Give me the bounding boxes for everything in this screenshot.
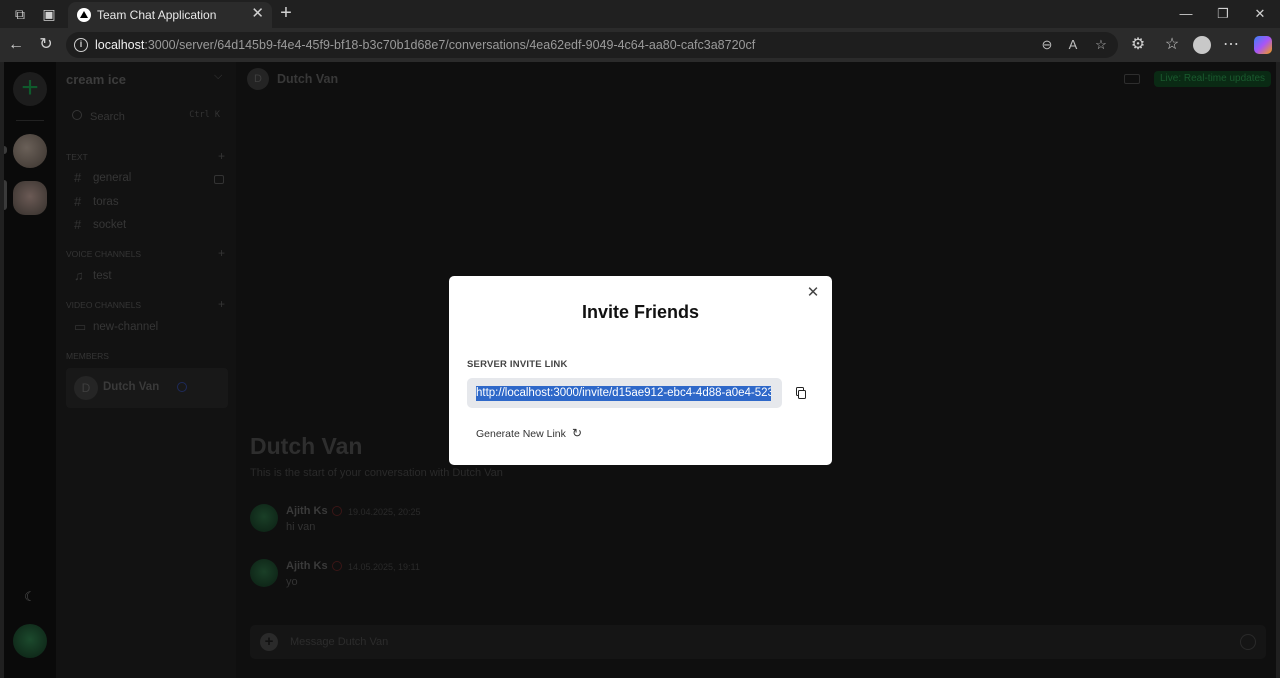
- browser-tab[interactable]: Team Chat Application ✕: [68, 2, 272, 28]
- maximize-button[interactable]: ❐: [1209, 4, 1237, 24]
- invite-link-label: SERVER INVITE LINK: [467, 359, 568, 370]
- tab-bar: ⧉ ▣ Team Chat Application ✕ + — ❐ ✕: [0, 0, 1280, 28]
- copy-button[interactable]: [787, 378, 815, 408]
- workspaces-icon[interactable]: ⧉: [11, 5, 29, 23]
- zoom-icon[interactable]: ⊖: [1038, 36, 1056, 54]
- modal-title: Invite Friends: [581, 302, 700, 322]
- tab-close-icon[interactable]: ✕: [251, 6, 264, 22]
- tab-actions-icon[interactable]: ▣: [40, 5, 58, 23]
- back-button[interactable]: ←: [6, 35, 26, 55]
- close-icon[interactable]: ✕: [805, 285, 821, 301]
- address-toolbar: ← ↻ i localhost:3000/server/64d145b9-f4e…: [0, 28, 1280, 62]
- copilot-icon[interactable]: [1254, 36, 1272, 54]
- browser-window: ⧉ ▣ Team Chat Application ✕ + — ❐ ✕ ← ↻ …: [0, 0, 1280, 678]
- invite-link-field[interactable]: http://localhost:3000/invite/d15ae912-eb…: [467, 378, 782, 408]
- favorites-icon[interactable]: ☆: [1162, 35, 1182, 55]
- reload-button[interactable]: ↻: [36, 35, 56, 55]
- profile-avatar[interactable]: [1193, 36, 1211, 54]
- extensions-icon[interactable]: ⚙: [1128, 35, 1148, 55]
- generate-label: Generate New Link: [476, 428, 566, 440]
- read-aloud-icon[interactable]: A: [1064, 36, 1082, 54]
- copy-icon-front: [798, 390, 806, 399]
- more-menu-icon[interactable]: ⋯: [1221, 35, 1241, 55]
- tab-title: Team Chat Application: [97, 8, 217, 22]
- tab-favicon-icon: [77, 8, 91, 22]
- favorite-star-icon[interactable]: ☆: [1092, 36, 1110, 54]
- address-bar[interactable]: i localhost:3000/server/64d145b9-f4e4-45…: [66, 32, 1118, 58]
- minimize-button[interactable]: —: [1172, 4, 1200, 24]
- url-text[interactable]: localhost:3000/server/64d145b9-f4e4-45f9…: [95, 38, 755, 52]
- invite-modal: ✕ Invite Friends SERVER INVITE LINK http…: [449, 276, 832, 465]
- refresh-icon: ↻: [571, 426, 583, 440]
- window-close-button[interactable]: ✕: [1246, 4, 1274, 24]
- site-info-icon[interactable]: i: [74, 38, 88, 52]
- new-tab-button[interactable]: +: [276, 2, 296, 24]
- invite-link-text[interactable]: http://localhost:3000/invite/d15ae912-eb…: [476, 386, 771, 401]
